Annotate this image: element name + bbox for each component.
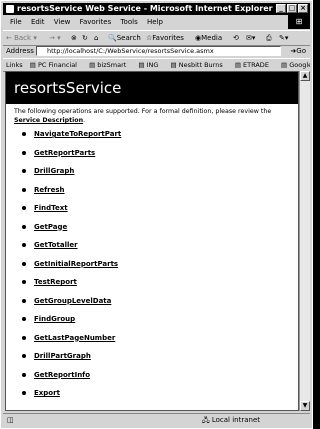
toolbar: ← Back ▾ → ▾ ⊗ ↻ ⌂ 🔍Search ☆Favorites ◉M… (3, 30, 310, 46)
operation-link[interactable]: GetLastPageNumber (34, 334, 115, 342)
link-nesbitt-burns[interactable]: ▤ Nesbitt Burns (171, 59, 228, 71)
maximize-button[interactable]: □ (287, 4, 297, 13)
menu-edit[interactable]: Edit (31, 16, 45, 29)
menu-favorites[interactable]: Favorites (80, 16, 112, 29)
intro-text: The following operations are supported. … (14, 108, 272, 124)
media-button[interactable]: ◉Media (195, 31, 222, 45)
favorites-button[interactable]: ☆Favorites (146, 31, 184, 45)
print-icon[interactable]: ⎙ (266, 31, 272, 45)
list-item: DrillGraph (20, 162, 121, 181)
media-label: Media (201, 34, 223, 42)
intro-sentence: The following operations are supported. … (14, 108, 272, 115)
operation-link[interactable]: FindGroup (34, 315, 75, 323)
menu-bar: File Edit View Favorites Tools Help (3, 16, 310, 29)
link-label: bizSmart (97, 61, 127, 69)
list-item: NavigateToReportPart (20, 125, 121, 144)
back-label: Back (14, 34, 32, 42)
address-bar: Address http://localhost/C:/WebService/r… (3, 45, 310, 58)
back-button[interactable]: ← Back ▾ (6, 31, 37, 45)
minimize-button[interactable]: _ (276, 4, 286, 13)
operation-link[interactable]: GetTotaller (34, 241, 78, 249)
page-heading: resortsService (6, 72, 298, 104)
link-label: ETRADE (243, 61, 269, 69)
list-item: GetReportParts (20, 144, 121, 163)
ie-icon (6, 5, 14, 13)
operation-link[interactable]: GetReportInfo (34, 371, 90, 379)
operations-list: NavigateToReportPart GetReportParts Dril… (20, 125, 121, 403)
scroll-down-icon[interactable]: ▼ (300, 401, 310, 411)
list-item: Refresh (20, 181, 121, 200)
menu-tools[interactable]: Tools (120, 16, 137, 29)
menu-file[interactable]: File (10, 16, 22, 29)
refresh-icon[interactable]: ↻ (82, 31, 88, 45)
list-item: GetTotaller (20, 236, 121, 255)
link-ing[interactable]: ▤ ING (138, 59, 163, 71)
menu-view[interactable]: View (54, 16, 71, 29)
list-item: GetPage (20, 218, 121, 237)
zone-label: 🖧 Local intranet (201, 416, 260, 424)
list-item: GetGroupLevelData (20, 292, 121, 311)
vertical-scrollbar[interactable]: ▲ ▼ (299, 71, 310, 411)
operation-link[interactable]: Export (34, 389, 60, 397)
links-label: Links (6, 61, 23, 69)
page-done-icon: ◫ (7, 416, 14, 424)
operation-link[interactable]: GetPage (34, 223, 67, 231)
browser-window: resortsService Web Service - Microsoft I… (0, 0, 313, 429)
menu-help[interactable]: Help (147, 16, 163, 29)
windows-logo-icon: ⊞ (288, 15, 310, 29)
operation-link[interactable]: TestReport (34, 278, 77, 286)
operation-link[interactable]: DrillPartGraph (34, 352, 91, 360)
link-google[interactable]: ▤ Google (281, 59, 310, 71)
stop-icon[interactable]: ⊗ (71, 31, 77, 45)
operation-link[interactable]: FindText (34, 204, 68, 212)
search-label: Search (116, 34, 141, 42)
link-etrade[interactable]: ▤ ETRADE (235, 59, 274, 71)
link-pc-financial[interactable]: ▤ PC Financial (30, 59, 82, 71)
list-item: GetReportInfo (20, 366, 121, 385)
operation-link[interactable]: GetInitialReportParts (34, 260, 118, 268)
forward-button[interactable]: → ▾ (49, 31, 61, 45)
service-description-link[interactable]: Service Description (14, 117, 83, 124)
link-label: Nesbitt Burns (178, 61, 223, 69)
mail-icon[interactable]: ✉▾ (246, 31, 255, 45)
home-icon[interactable]: ⌂ (94, 31, 98, 45)
zone-text: Local intranet (211, 416, 260, 424)
close-button[interactable]: × (298, 4, 308, 13)
address-label: Address (6, 47, 34, 55)
operation-link[interactable]: GetGroupLevelData (34, 297, 111, 305)
list-item: GetInitialReportParts (20, 255, 121, 274)
link-bizsmart[interactable]: ▤ bizSmart (89, 59, 131, 71)
list-item: FindGroup (20, 310, 121, 329)
list-item: TestReport (20, 273, 121, 292)
links-bar: Links ▤ PC Financial ▤ bizSmart ▤ ING ▤ … (3, 58, 310, 72)
title-bar: resortsService Web Service - Microsoft I… (3, 3, 310, 15)
history-icon[interactable]: ⟲ (233, 31, 239, 45)
list-item: FindText (20, 199, 121, 218)
operation-link[interactable]: GetReportParts (34, 149, 95, 157)
link-label: Google (289, 61, 310, 69)
page-viewport: resortsService The following operations … (5, 71, 299, 411)
operation-link[interactable]: DrillGraph (34, 167, 74, 175)
operation-link[interactable]: Refresh (34, 186, 65, 194)
favorites-label: Favorites (152, 34, 184, 42)
list-item: Export (20, 384, 121, 403)
operation-link[interactable]: NavigateToReportPart (34, 130, 121, 138)
scroll-up-icon[interactable]: ▲ (300, 71, 310, 81)
list-item: DrillPartGraph (20, 347, 121, 366)
list-item: GetLastPageNumber (20, 329, 121, 348)
window-title: resortsService Web Service - Microsoft I… (17, 4, 273, 13)
status-bar: ◫ 🖧 Local intranet (3, 413, 310, 427)
address-input[interactable]: http://localhost/C:/WebService/resortsSe… (36, 46, 281, 56)
link-label: PC Financial (38, 61, 77, 69)
go-label: Go (296, 47, 306, 55)
edit-icon[interactable]: ✎▾ (279, 31, 288, 45)
go-button[interactable]: ➜Go (290, 45, 306, 58)
link-label: ING (146, 61, 159, 69)
search-button[interactable]: 🔍Search (108, 31, 141, 45)
